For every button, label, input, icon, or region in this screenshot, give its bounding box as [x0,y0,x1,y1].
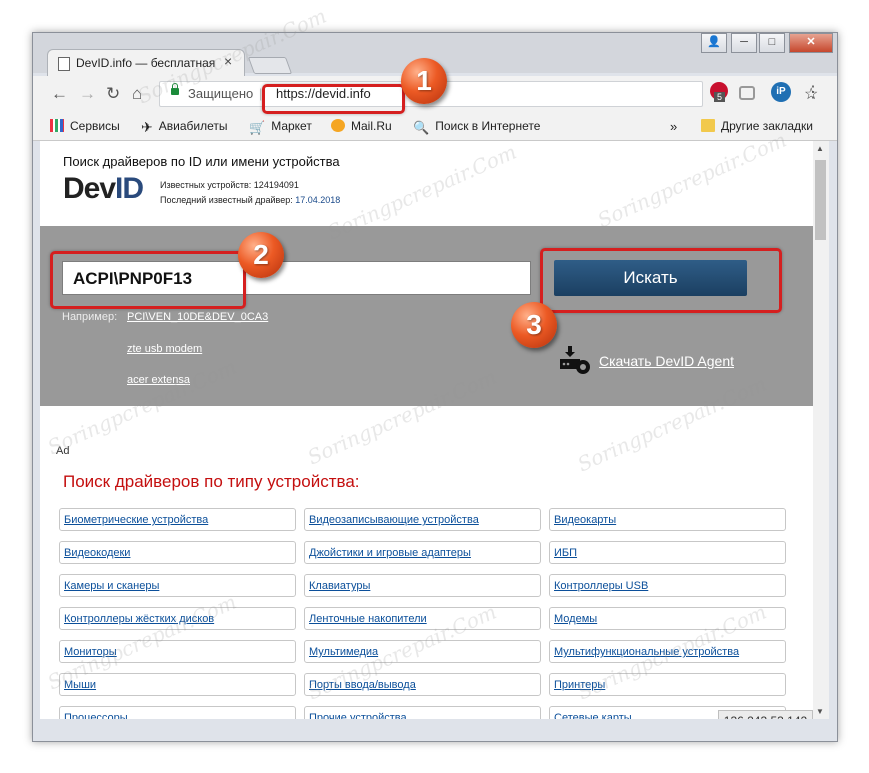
devid-logo[interactable]: DevID [63,172,144,206]
search-button-highlight [540,248,782,313]
home-icon[interactable]: ⌂ [132,84,142,104]
apps-icon [50,119,64,132]
category-link[interactable]: Джойстики и игровые адаптеры [304,541,541,564]
bookmark-label: Сервисы [70,119,120,133]
category-link[interactable]: ИБП [549,541,786,564]
category-link[interactable]: Мультифункциональные устройства [549,640,786,663]
bookmark-flights[interactable]: ✈ Авиабилеты [141,119,228,135]
search-input-highlight [50,251,246,309]
close-window-button[interactable]: ✕ [789,33,833,53]
bookmark-label: Авиабилеты [158,119,228,133]
known-devices: Известных устройств: 124194091 [160,180,299,190]
adblock-icon[interactable]: 5 [710,82,728,102]
example-link[interactable]: acer extensa [127,374,190,386]
category-link[interactable]: Видеокодеки [59,541,296,564]
category-link[interactable]: Принтеры [549,673,786,696]
category-link[interactable]: Камеры и сканеры [59,574,296,597]
url-highlight [262,84,405,114]
category-link[interactable]: Мониторы [59,640,296,663]
forward-icon[interactable]: → [79,84,96,104]
new-tab-button[interactable] [247,57,293,74]
cart-icon: 🛒 [249,120,266,135]
tab-close-icon[interactable]: × [224,53,232,69]
examples-label: Например: [62,311,118,323]
download-agent-link[interactable]: Скачать DevID Agent [599,353,734,369]
extension-icon[interactable] [739,86,755,100]
category-link[interactable]: Биометрические устройства [59,508,296,531]
adblock-count: 5 [714,92,725,102]
menu-icon[interactable]: ⋮ [805,82,821,102]
browser-window: DevID.info — бесплатная × 👤 ─ □ ✕ ← → ↻ … [32,32,838,742]
category-link[interactable]: Видеокарты [549,508,786,531]
category-link[interactable]: Прочие устройства [304,706,541,719]
bookmark-label: Другие закладки [721,119,813,133]
folder-icon [701,119,715,132]
category-link[interactable]: Ленточные накопители [304,607,541,630]
category-link[interactable]: Порты ввода/вывода [304,673,541,696]
logo-dev: Dev [63,172,116,205]
tab-devid[interactable]: DevID.info — бесплатная × [47,49,245,77]
category-link[interactable]: Контроллеры USB [549,574,786,597]
other-bookmarks[interactable]: Другие закладки [701,119,813,133]
bookmarks-bar: Сервисы ✈ Авиабилеты 🛒 Маркет Mail.Ru 🔍 Пои… [33,112,837,141]
category-link[interactable]: Модемы [549,607,786,630]
site-stats: Известных устройств: 124194091 Последний… [160,178,340,208]
category-link[interactable]: Процессоры [59,706,296,719]
user-icon[interactable]: 👤 [701,33,727,53]
bookmarks-more-icon[interactable]: » [670,119,677,134]
bookmark-label: Mail.Ru [351,119,392,133]
bookmark-search[interactable]: 🔍 Поиск в Интернете [413,119,541,135]
plane-icon: ✈ [141,119,153,135]
page-viewport: Поиск драйверов по ID или имени устройст… [40,141,813,719]
tab-title: DevID.info — бесплатная [76,56,216,70]
category-link[interactable]: Мыши [59,673,296,696]
scroll-thumb[interactable] [815,160,826,240]
reload-icon[interactable]: ↻ [106,84,120,104]
page-title: Поиск драйверов по ID или имени устройст… [63,154,340,169]
mail-icon [331,119,345,132]
security-label: Защищено [188,86,254,101]
bookmark-label: Поиск в Интернете [435,119,541,133]
categories-heading: Поиск драйверов по типу устройства: [63,472,360,491]
category-link[interactable]: Контроллеры жёстких дисков [59,607,296,630]
last-driver-label: Последний известный драйвер: [160,195,293,205]
example-link[interactable]: zte usb modem [127,343,202,355]
scroll-down-arrow-icon[interactable]: ▼ [816,707,824,716]
category-link[interactable]: Клавиатуры [304,574,541,597]
download-agent-icon[interactable] [558,346,592,376]
logo-id: ID [115,172,144,205]
page-icon [58,57,70,71]
scroll-up-arrow-icon[interactable]: ▲ [816,144,824,153]
maximize-button[interactable]: □ [759,33,785,53]
minimize-button[interactable]: ─ [731,33,757,53]
category-link[interactable]: Мультимедиа [304,640,541,663]
bookmark-services[interactable]: Сервисы [50,119,120,133]
example-link[interactable]: PCI\VEN_10DE&DEV_0CA3 [127,311,268,323]
lock-icon [171,83,179,95]
bookmark-market[interactable]: 🛒 Маркет [249,119,312,135]
last-driver-date[interactable]: 17.04.2018 [295,195,340,205]
ad-label: Ad [56,445,70,457]
step-1-badge: 1 [401,58,447,104]
step-3-badge: 3 [511,302,557,348]
step-2-badge: 2 [238,232,284,278]
last-driver: Последний известный драйвер: 17.04.2018 [160,193,340,208]
ip-extension-icon[interactable]: iP [771,82,791,102]
page-scrollbar[interactable]: ▲ ▼ [813,141,829,719]
bookmark-mailru[interactable]: Mail.Ru [331,119,392,133]
bookmark-label: Маркет [271,119,312,133]
back-icon[interactable]: ← [51,84,68,104]
ip-address-badge: 136.243.53.142 [718,710,813,719]
category-link[interactable]: Видеозаписывающие устройства [304,508,541,531]
search-icon: 🔍 [413,120,430,135]
